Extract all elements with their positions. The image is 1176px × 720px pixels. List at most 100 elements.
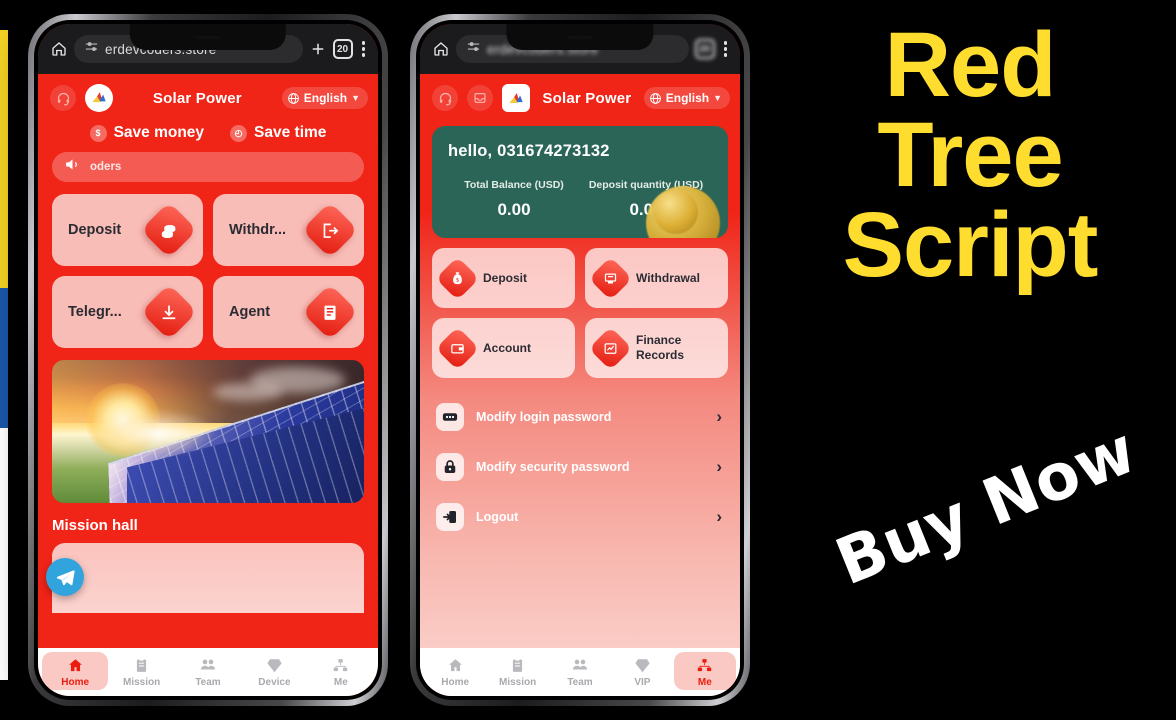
telegram-icon[interactable]	[46, 558, 84, 596]
page-settings-icon[interactable]	[466, 39, 481, 59]
total-balance-label: Total Balance (USD)	[464, 179, 564, 191]
phone2-notch: ▭▭▭▭	[506, 24, 654, 50]
megaphone-icon	[64, 156, 81, 178]
quick-action-telegram[interactable]: Telegr...	[52, 276, 203, 348]
tab-label: VIP	[634, 676, 651, 688]
notch-speaker: ▭▭▭▭	[567, 34, 593, 41]
phone1-screen: ▭▭▭▭ erdevcoders.store 20	[38, 24, 378, 696]
quick-action-deposit[interactable]: Deposit	[52, 194, 203, 266]
buy-now-cta[interactable]: Buy Now	[824, 413, 1148, 601]
page-settings-icon[interactable]	[84, 39, 99, 59]
lock-icon	[436, 453, 464, 481]
tile-label: Deposit	[68, 222, 122, 238]
tab-count-button[interactable]: 20	[332, 39, 353, 59]
banner-sun-glow	[95, 408, 216, 457]
chevron-right-icon: ›	[716, 407, 722, 426]
section-title-mission-hall: Mission hall	[52, 517, 138, 534]
quick-action-withdraw[interactable]: Withdr...	[213, 194, 364, 266]
banner-cloud-2	[212, 382, 283, 401]
quick-action-agent[interactable]: Agent	[213, 276, 364, 348]
money-bag-icon: $	[435, 256, 480, 300]
tab-team[interactable]: Team	[549, 652, 611, 690]
kebab-menu-icon[interactable]	[359, 41, 369, 57]
phone-mockup-home: ▭▭▭▭ erdevcoders.store 20	[28, 14, 388, 706]
phone2-tabbar: Home Mission Team VIP Me	[420, 648, 740, 696]
list-item-modify-security-password[interactable]: Modify security password ›	[432, 442, 728, 492]
benefits-row: $ Save money ◴ Save time	[38, 118, 378, 152]
chevron-right-icon: ›	[716, 507, 722, 526]
promo-banner-stage: ▭▭▭▭ erdevcoders.store 20	[0, 0, 1176, 720]
tab-label: Home	[61, 676, 90, 688]
list-item-modify-login-password[interactable]: Modify login password ›	[432, 392, 728, 442]
profile-action-account[interactable]: Account	[432, 318, 575, 378]
home-icon[interactable]	[50, 40, 68, 58]
settings-list: Modify login password › Modify security …	[420, 378, 740, 542]
benefit-save-time: ◴ Save time	[230, 124, 326, 142]
phone2-app: Solar Power English ▼ hello, 03167427313…	[420, 74, 740, 696]
headset-icon[interactable]	[432, 85, 458, 111]
phone2-app-scroll[interactable]: Solar Power English ▼ hello, 03167427313…	[420, 74, 740, 648]
edge-seg-0	[0, 0, 8, 30]
tab-mission[interactable]: Mission	[486, 652, 548, 690]
chevron-down-icon: ▼	[713, 93, 722, 103]
phone2-bezel: ▭▭▭▭ erdevcoders.store 20	[416, 20, 744, 700]
tab-label: Mission	[498, 676, 537, 688]
kebab-menu-icon[interactable]	[721, 41, 731, 57]
phone2-screen: ▭▭▭▭ erdevcoders.store 20	[420, 24, 740, 696]
promo-title-line-1: Red	[884, 14, 1057, 116]
announcement-bar[interactable]: oders	[52, 152, 364, 182]
quick-actions-grid: Deposit Withdr... Telegr... Agent	[38, 194, 378, 348]
tab-device[interactable]: Device	[241, 652, 307, 690]
tab-mission[interactable]: Mission	[108, 652, 174, 690]
list-item-logout[interactable]: Logout ›	[432, 492, 728, 542]
phone1-app-scroll[interactable]: Solar Power English ▼ $ Save money ◴ Sav…	[38, 74, 378, 648]
tab-me[interactable]: Me	[673, 652, 737, 690]
tile-label: Account	[483, 340, 531, 355]
profile-action-finance-records[interactable]: Finance Records	[585, 318, 728, 378]
tile-label: Withdrawal	[636, 270, 700, 285]
edge-seg-3	[0, 428, 8, 680]
chevron-down-icon: ▼	[351, 93, 360, 103]
language-selector[interactable]: English ▼	[643, 87, 730, 109]
tab-vip[interactable]: VIP	[611, 652, 673, 690]
list-item-label: Logout	[476, 510, 519, 524]
benefit-label: Save money	[113, 124, 205, 141]
brand-logo-icon	[85, 84, 113, 112]
page-title: Solar Power	[152, 89, 242, 107]
home-icon[interactable]	[432, 40, 450, 58]
phone-mockup-profile: ▭▭▭▭ erdevcoders.store 20	[410, 14, 750, 706]
tab-label: Device	[258, 676, 291, 688]
tab-team[interactable]: Team	[175, 652, 241, 690]
edge-seg-2	[0, 288, 8, 428]
tab-label: Team	[567, 677, 593, 688]
headset-icon[interactable]	[50, 85, 76, 111]
edge-color-stripe	[0, 0, 8, 720]
tile-label: Finance Records	[636, 333, 685, 362]
phone1-bezel: ▭▭▭▭ erdevcoders.store 20	[34, 20, 382, 700]
promo-banner-image[interactable]	[52, 360, 364, 503]
inbox-icon[interactable]	[467, 85, 493, 111]
plus-icon[interactable]	[309, 40, 327, 58]
mission-card-partial[interactable]	[52, 543, 364, 613]
tile-label: Telegr...	[68, 304, 122, 320]
language-selector[interactable]: English ▼	[281, 87, 368, 109]
clock-icon: ◴	[230, 124, 248, 142]
tab-home[interactable]: Home	[424, 652, 486, 690]
announcement-text: oders	[90, 161, 122, 173]
coins-icon	[140, 201, 198, 259]
wallet-icon	[435, 326, 480, 370]
profile-action-deposit[interactable]: $ Deposit	[432, 248, 575, 308]
tab-count-button[interactable]: 20	[694, 39, 715, 59]
tab-home[interactable]: Home	[42, 652, 109, 690]
edge-seg-1	[0, 30, 8, 288]
svg-text:$: $	[456, 277, 460, 283]
balance-card: hello, 031674273132 Total Balance (USD) …	[432, 126, 728, 238]
tab-me[interactable]: Me	[308, 652, 374, 690]
phone1-tabbar: Home Mission Team Device Me	[38, 648, 378, 696]
coin-icon: $	[89, 124, 107, 142]
profile-action-withdrawal[interactable]: Withdrawal	[585, 248, 728, 308]
password-dots-icon	[436, 403, 464, 431]
profile-actions-grid: $ Deposit Withdrawal Account Finance Rec…	[420, 238, 740, 378]
promo-title-line-2: Tree	[877, 104, 1063, 207]
phone2-app-header: Solar Power English ▼	[420, 74, 740, 118]
